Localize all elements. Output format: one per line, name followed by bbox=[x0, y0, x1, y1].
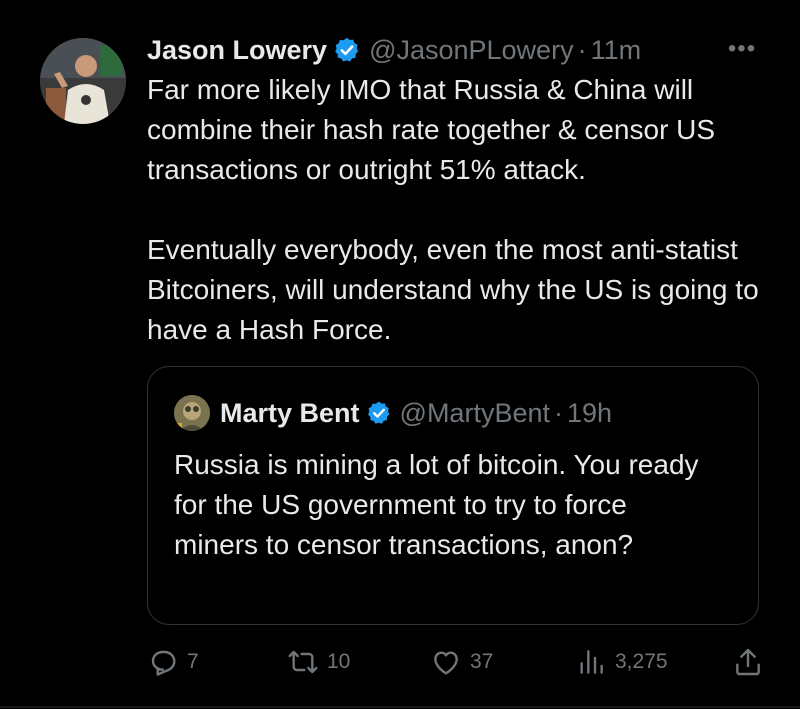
views-chart-icon bbox=[580, 650, 603, 674]
tweet-paragraph: Eventually everybody, even the most anti… bbox=[147, 234, 759, 345]
tweet-header: Jason Lowery @JasonPLowery · 11m bbox=[147, 30, 641, 70]
like-button[interactable]: 37 bbox=[430, 644, 493, 680]
like-count: 37 bbox=[470, 650, 494, 673]
quoted-tweet-card[interactable]: Marty Bent @MartyBent · 19h Russia is mi… bbox=[147, 366, 759, 625]
quoted-tweet-text: Russia is mining a lot of bitcoin. You r… bbox=[174, 449, 699, 560]
author-handle[interactable]: @JasonPLowery bbox=[369, 35, 574, 66]
quoted-verified-badge-icon bbox=[366, 400, 392, 426]
quoted-avatar-image bbox=[174, 395, 210, 431]
tweet-timestamp[interactable]: 11m bbox=[591, 35, 642, 66]
reply-count: 7 bbox=[187, 650, 199, 673]
views-count: 3,275 bbox=[615, 650, 668, 673]
retweet-button[interactable]: 10 bbox=[287, 644, 350, 680]
quoted-avatar[interactable] bbox=[174, 395, 210, 431]
share-button[interactable] bbox=[732, 644, 772, 680]
tweet-text: Far more likely IMO that Russia & China … bbox=[147, 70, 762, 350]
share-icon bbox=[736, 648, 760, 676]
quoted-author-display-name: Marty Bent bbox=[220, 397, 360, 428]
quoted-separator-dot: · bbox=[553, 397, 563, 428]
reply-button[interactable]: 7 bbox=[147, 644, 199, 680]
quoted-author-handle: @MartyBent bbox=[399, 397, 550, 428]
separator-dot: · bbox=[577, 34, 587, 65]
tweet-paragraph: Far more likely IMO that Russia & China … bbox=[147, 74, 716, 185]
avatar[interactable] bbox=[40, 38, 126, 124]
verified-badge-icon bbox=[333, 36, 361, 64]
quoted-tweet-timestamp: 19h bbox=[566, 397, 613, 428]
views-button[interactable]: 3,275 bbox=[575, 644, 668, 680]
divider bbox=[0, 706, 800, 708]
heart-icon bbox=[434, 651, 458, 675]
author-avatar-image bbox=[40, 38, 126, 124]
quoted-tweet-header: Marty Bent @MartyBent · 19h bbox=[220, 393, 612, 433]
retweet-count: 10 bbox=[327, 650, 351, 673]
tweet-actions: 7 10 37 3,275 bbox=[147, 644, 767, 680]
retweet-icon bbox=[288, 650, 318, 674]
reply-icon bbox=[151, 650, 176, 676]
tweet: Jason Lowery @JasonPLowery · 11m ••• Far… bbox=[0, 0, 800, 709]
author-display-name[interactable]: Jason Lowery bbox=[147, 35, 327, 66]
more-options-icon[interactable]: ••• bbox=[722, 34, 762, 64]
